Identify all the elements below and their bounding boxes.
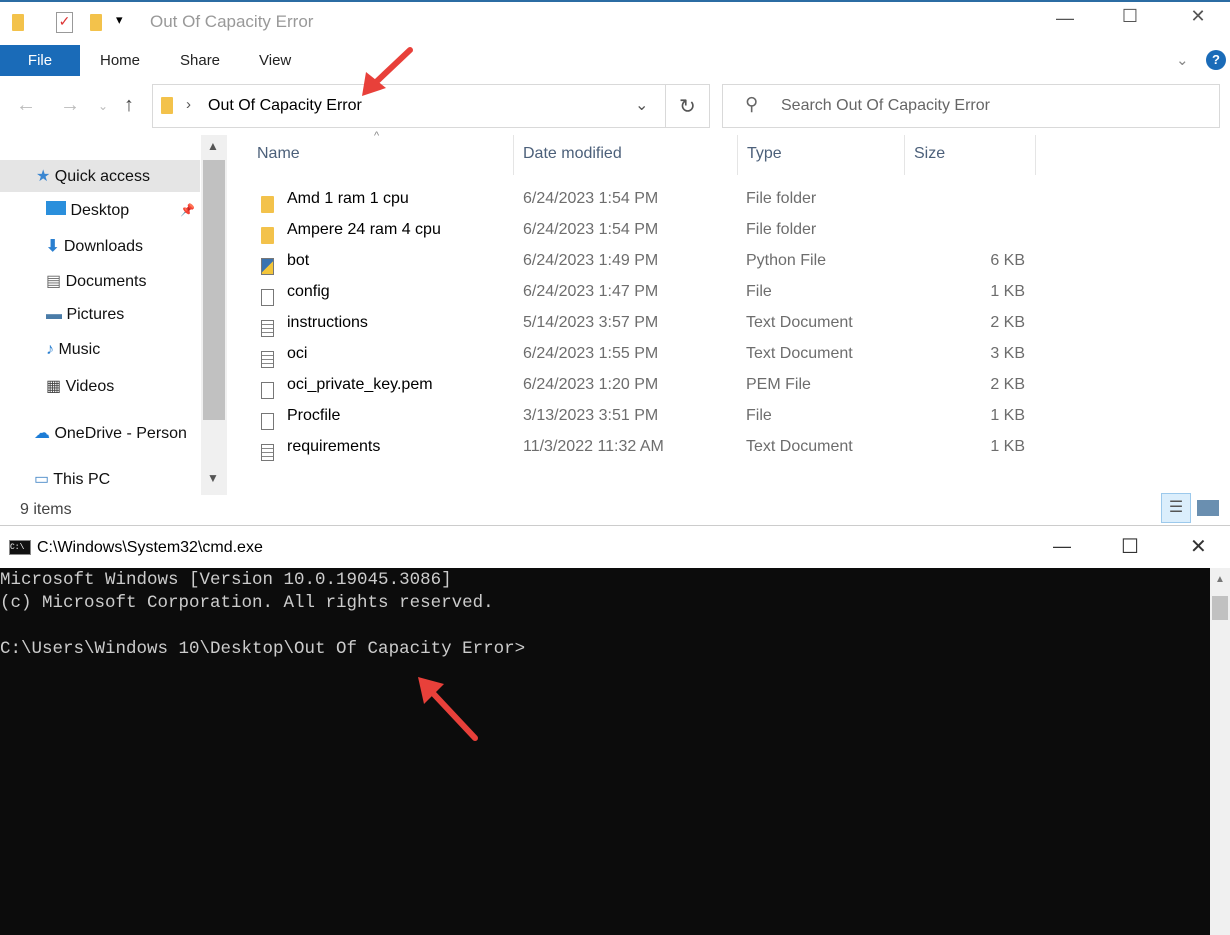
red-arrow-icon	[362, 47, 413, 96]
red-arrow-icon	[418, 677, 478, 741]
annotation-arrows	[362, 47, 478, 741]
